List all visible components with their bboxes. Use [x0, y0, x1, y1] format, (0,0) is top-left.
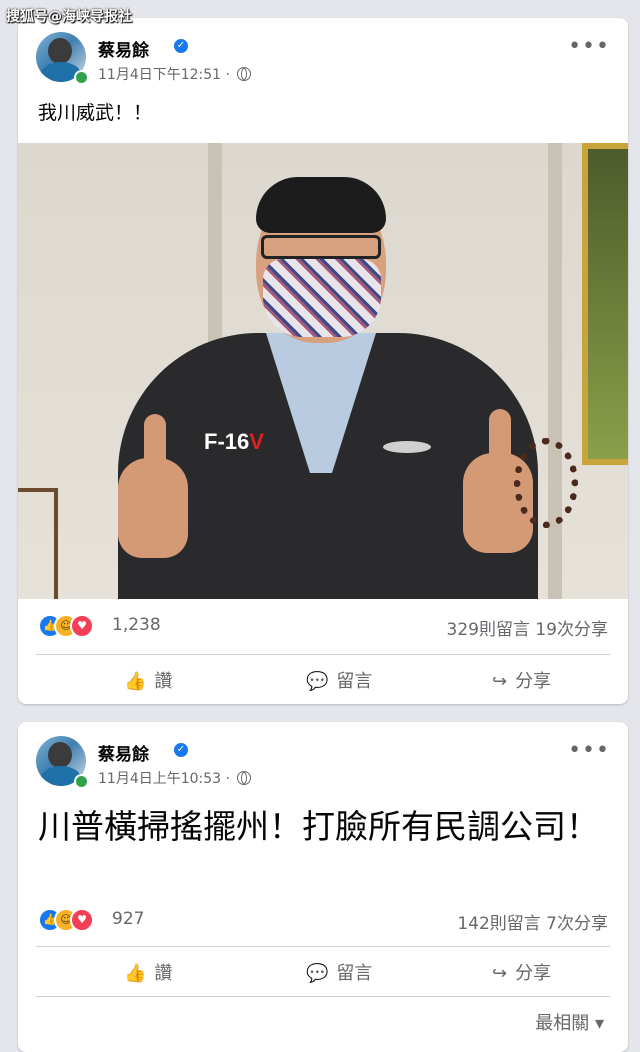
post-photo[interactable]: F-16V	[18, 143, 628, 599]
wing-badge	[383, 441, 431, 453]
like-button[interactable]: 👍 讚	[124, 959, 172, 985]
love-reaction-icon: ♥	[70, 614, 94, 638]
sort-dropdown[interactable]: 最相關 ▾	[535, 1009, 604, 1035]
engagement-counts: 👍 ☺ ♥ 927 142則留言 7次分享	[18, 902, 628, 942]
post-text: 我川威武！！	[38, 102, 153, 124]
jacket-logo: F-16V	[204, 429, 264, 455]
like-label: 讚	[154, 671, 173, 692]
thumbs-up-icon: 👍	[124, 963, 147, 984]
timestamp-text: 11月4日下午12:51 ·	[98, 67, 230, 83]
share-button[interactable]: ↪ 分享	[492, 959, 551, 985]
reaction-icons[interactable]: 👍 ☺ ♥	[38, 614, 100, 638]
comment-label: 留言	[336, 963, 373, 984]
share-button[interactable]: ↪ 分享	[492, 667, 551, 693]
post-header: 蔡易餘 ✓ 11月4日上午10:53 · •••	[18, 722, 628, 794]
globe-icon[interactable]	[237, 771, 252, 785]
author-name[interactable]: 蔡易餘	[98, 740, 149, 765]
author-name[interactable]: 蔡易餘	[98, 36, 149, 61]
online-status-icon	[74, 70, 89, 85]
person-hair	[256, 177, 386, 233]
avatar-head	[48, 38, 72, 64]
jacket-logo-accent: V	[249, 429, 264, 454]
jacket-logo-main: F-16	[204, 429, 250, 454]
comment-sort-bar: 最相關 ▾	[36, 996, 610, 1043]
action-bar: 👍 讚 💬 留言 ↪ 分享	[36, 946, 610, 997]
prayer-beads	[514, 438, 578, 528]
thumbs-up-icon: 👍	[124, 671, 147, 692]
post-timestamp[interactable]: 11月4日上午10:53 ·	[98, 768, 252, 788]
reaction-count[interactable]: 1,238	[112, 615, 161, 635]
globe-icon[interactable]	[237, 67, 252, 81]
action-bar: 👍 讚 💬 留言 ↪ 分享	[36, 654, 610, 704]
like-button[interactable]: 👍 讚	[124, 667, 172, 693]
more-options-icon[interactable]: •••	[568, 36, 610, 58]
comment-button[interactable]: 💬 留言	[306, 959, 372, 985]
more-options-icon[interactable]: •••	[568, 740, 610, 762]
wall-panel	[548, 143, 562, 599]
sort-label: 最相關	[535, 1013, 590, 1034]
love-reaction-icon: ♥	[70, 908, 94, 932]
like-label: 讚	[154, 963, 173, 984]
share-arrow-icon: ↪	[492, 671, 508, 692]
comment-bubble-icon: 💬	[306, 671, 329, 692]
avatar-head	[48, 742, 72, 768]
comment-bubble-icon: 💬	[306, 963, 329, 984]
verified-check-icon: ✓	[174, 743, 188, 757]
post-card: 蔡易餘 ✓ 11月4日下午12:51 · ••• 我川威武！！ F-16V 👍 …	[18, 18, 628, 704]
chair	[18, 488, 58, 599]
glasses	[261, 235, 381, 259]
watermark: 搜狐号@海峡导报社	[6, 9, 132, 25]
caret-down-icon: ▾	[594, 1013, 604, 1034]
comments-shares-count[interactable]: 142則留言 7次分享	[457, 909, 608, 934]
verified-check-icon: ✓	[174, 39, 188, 53]
comment-label: 留言	[336, 671, 373, 692]
online-status-icon	[74, 774, 89, 789]
share-label: 分享	[515, 963, 552, 984]
comments-shares-count[interactable]: 329則留言 19次分享	[447, 615, 608, 640]
face-mask	[263, 259, 381, 337]
thumbs-up-left	[118, 414, 188, 558]
timestamp-text: 11月4日上午10:53 ·	[98, 771, 230, 787]
reaction-icons[interactable]: 👍 ☺ ♥	[38, 908, 100, 932]
reaction-count[interactable]: 927	[112, 909, 144, 929]
painting-frame	[582, 143, 628, 465]
comment-button[interactable]: 💬 留言	[306, 667, 372, 693]
post-card: 蔡易餘 ✓ 11月4日上午10:53 · ••• 川普橫掃搖擺州！打臉所有民調公…	[18, 722, 628, 1052]
post-timestamp[interactable]: 11月4日下午12:51 ·	[98, 64, 252, 84]
share-arrow-icon: ↪	[492, 963, 508, 984]
share-label: 分享	[515, 671, 552, 692]
post-header: 蔡易餘 ✓ 11月4日下午12:51 · •••	[18, 18, 628, 90]
post-text: 川普橫掃搖擺州！打臉所有民調公司！	[38, 807, 599, 846]
engagement-counts: 👍 ☺ ♥ 1,238 329則留言 19次分享	[18, 608, 628, 648]
